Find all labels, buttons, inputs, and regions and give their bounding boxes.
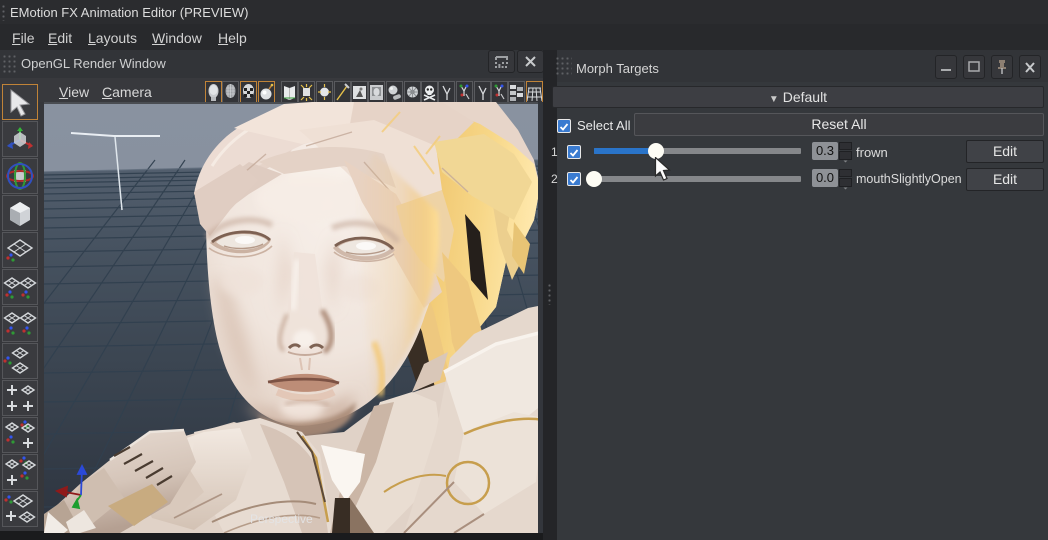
svg-text:Perspective: Perspective: [250, 512, 313, 526]
